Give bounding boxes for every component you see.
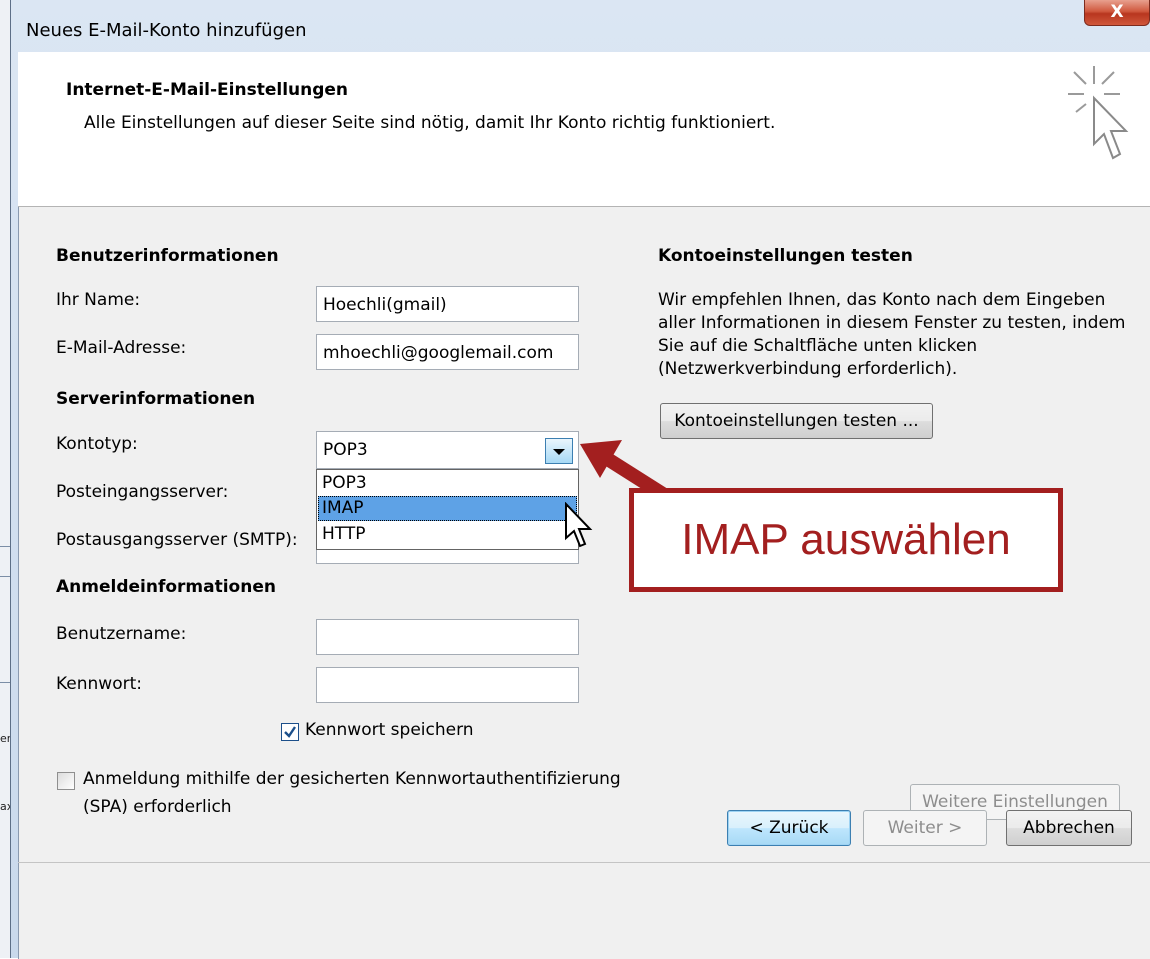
back-button[interactable]: < Zurück xyxy=(727,810,851,846)
test-settings-text-1: Wir empfehlen Ihnen, das Konto nach dem … xyxy=(658,290,1106,310)
email-label: E-Mail-Adresse: xyxy=(56,338,187,358)
password-label: Kennwort: xyxy=(56,674,142,694)
outgoing-server-label: Postausgangsserver (SMTP): xyxy=(56,530,298,550)
spa-label-line1: Anmeldung mithilfe der gesicherten Kennw… xyxy=(83,769,621,789)
close-button[interactable]: X xyxy=(1084,0,1150,26)
server-info-heading: Serverinformationen xyxy=(56,389,256,409)
window-title: Neues E-Mail-Konto hinzufügen xyxy=(26,20,307,41)
dropdown-arrow-button[interactable] xyxy=(545,438,573,464)
username-label: Benutzername: xyxy=(56,624,187,644)
test-settings-text-2: aller Informationen in diesem Fenster zu… xyxy=(658,313,1126,333)
wizard-cursor-icon xyxy=(1068,66,1129,160)
annotation-callout: IMAP auswählen xyxy=(629,488,1063,592)
login-info-heading: Anmeldeinformationen xyxy=(56,577,276,597)
chevron-down-icon xyxy=(553,449,565,455)
next-button[interactable]: Weiter > xyxy=(863,810,987,846)
footer-divider xyxy=(18,862,1150,863)
name-field[interactable]: Hoechli(gmail) xyxy=(316,286,579,322)
incoming-server-label: Posteingangsserver: xyxy=(56,482,229,502)
test-settings-text-4: (Netzwerkverbindung erforderlich). xyxy=(658,359,958,379)
password-field[interactable] xyxy=(316,667,579,703)
account-type-label: Kontotyp: xyxy=(56,434,138,454)
email-field[interactable]: mhoechli@googlemail.com xyxy=(316,334,579,370)
name-label: Ihr Name: xyxy=(56,290,141,310)
dropdown-option-http[interactable]: HTTP xyxy=(318,522,577,547)
page-subtitle: Alle Einstellungen auf dieser Seite sind… xyxy=(84,113,776,133)
page-title: Internet-E-Mail-Einstellungen xyxy=(66,80,349,100)
dropdown-option-imap[interactable]: IMAP xyxy=(318,496,577,521)
username-field[interactable] xyxy=(316,619,579,655)
checkmark-icon xyxy=(284,726,296,738)
account-type-select[interactable]: POP3 xyxy=(316,431,579,469)
save-password-label: Kennwort speichern xyxy=(305,720,474,740)
user-info-heading: Benutzerinformationen xyxy=(56,246,279,266)
spa-label-line2: (SPA) erforderlich xyxy=(83,797,232,817)
spa-checkbox[interactable] xyxy=(57,772,75,790)
dropdown-option-pop3[interactable]: POP3 xyxy=(318,471,577,496)
test-settings-text-3: Sie auf die Schaltfläche unten klicken xyxy=(658,336,978,356)
test-settings-heading: Kontoeinstellungen testen xyxy=(658,246,913,266)
save-password-checkbox[interactable] xyxy=(281,723,299,741)
test-account-settings-button[interactable]: Kontoeinstellungen testen ... xyxy=(660,403,933,439)
cancel-button[interactable]: Abbrechen xyxy=(1006,810,1132,846)
